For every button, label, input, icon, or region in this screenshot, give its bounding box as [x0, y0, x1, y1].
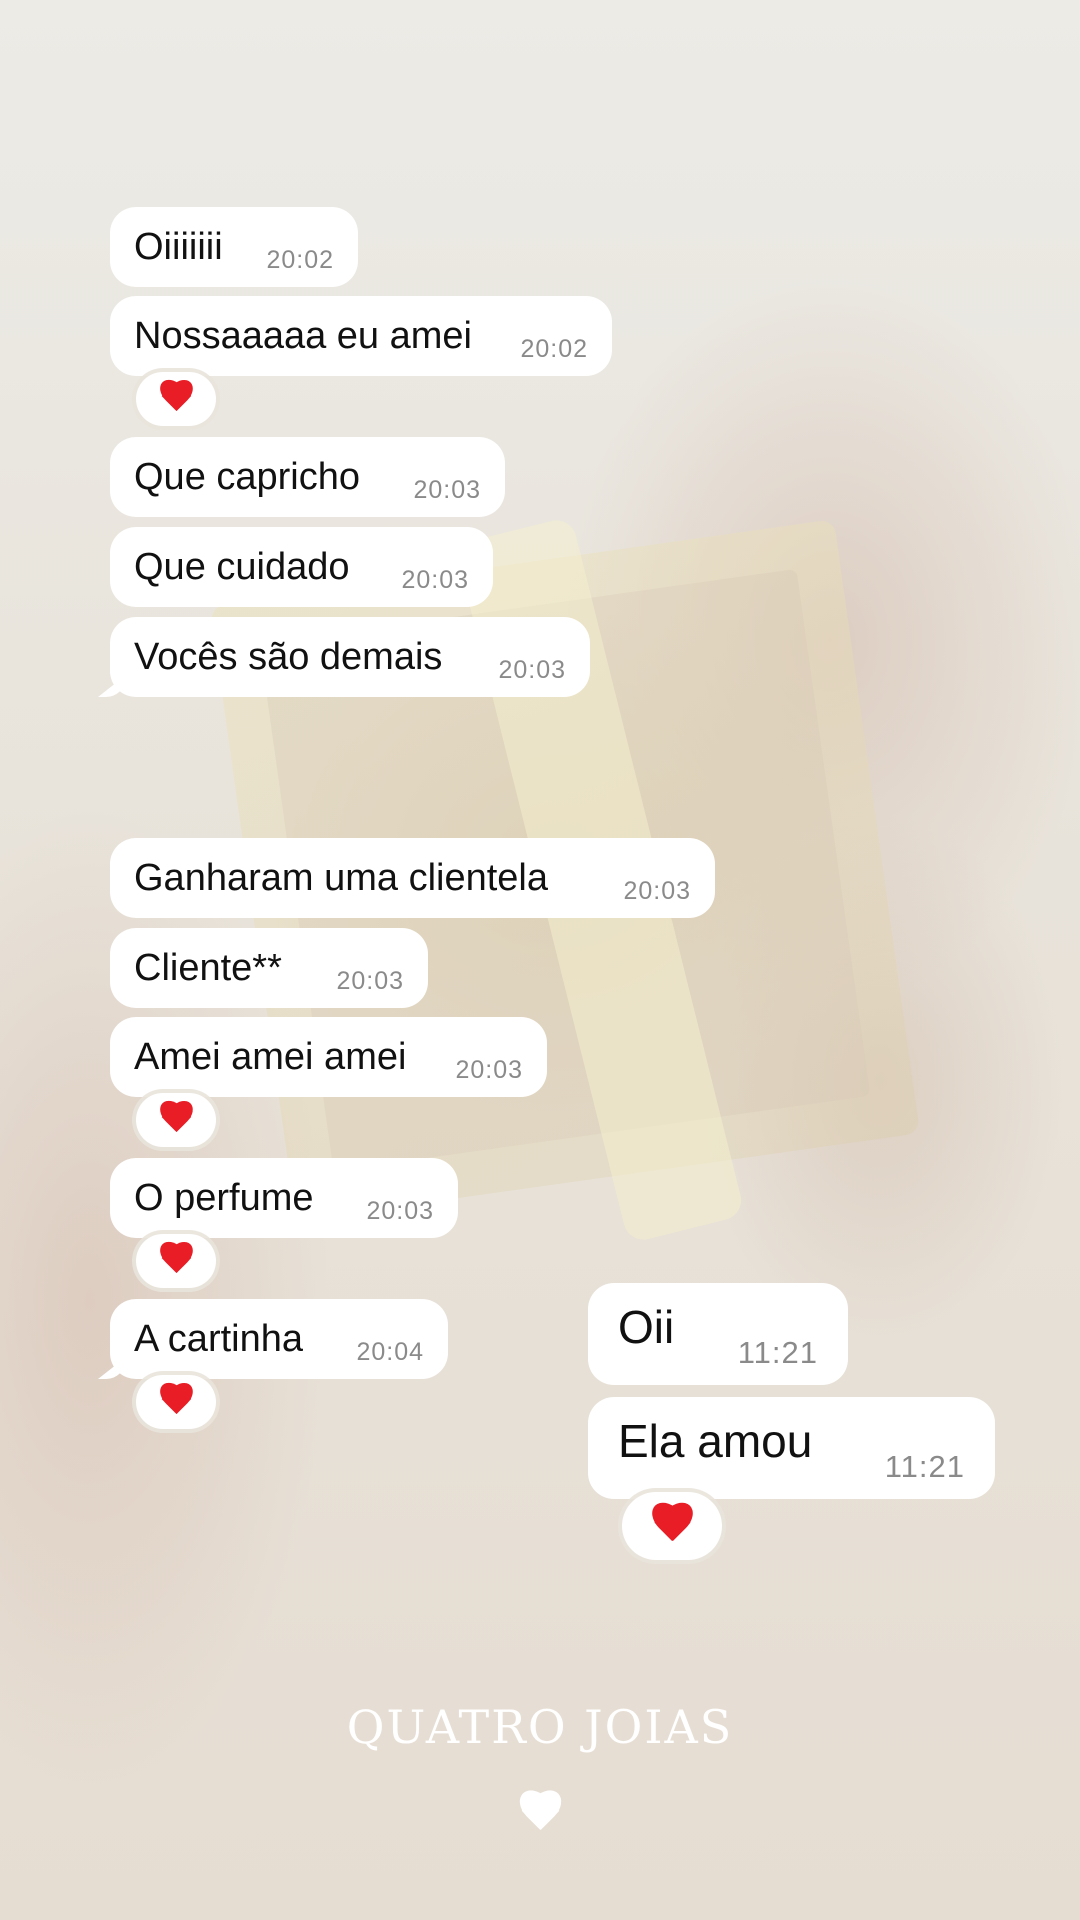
message-time: 20:04 [356, 1338, 424, 1366]
reply-text: Ela amou [618, 1415, 813, 1467]
reply-time: 11:21 [737, 1335, 818, 1370]
message-text: Amei amei amei [134, 1036, 407, 1078]
reaction-badge[interactable] [622, 1492, 722, 1560]
message-time: 20:03 [401, 566, 469, 594]
heart-icon [647, 1504, 697, 1549]
heart-icon [156, 381, 196, 417]
message-time: 20:03 [455, 1056, 523, 1084]
reaction-badge[interactable] [136, 1093, 216, 1147]
message-bubble[interactable]: Vocês são demais 20:03 [110, 617, 590, 697]
message-time: 20:02 [266, 246, 334, 274]
message-bubble[interactable]: Amei amei amei 20:03 [110, 1017, 547, 1097]
message-text: Que cuidado [134, 546, 350, 588]
reply-time: 11:21 [884, 1449, 965, 1484]
heart-icon [156, 1384, 196, 1420]
message-bubble[interactable]: Que cuidado 20:03 [110, 527, 493, 607]
heart-icon [156, 1102, 196, 1138]
heart-icon [156, 1243, 196, 1279]
message-time: 20:03 [336, 967, 404, 995]
message-text: Vocês são demais [134, 636, 443, 678]
message-bubble[interactable]: Cliente** 20:03 [110, 928, 428, 1008]
message-time: 20:02 [520, 335, 588, 363]
reply-bubble[interactable]: Oii 11:21 [588, 1283, 848, 1385]
heart-icon [514, 1792, 566, 1838]
message-text: O perfume [134, 1177, 314, 1219]
brand-logo-text: QUATRO JOIAS [346, 1700, 734, 1754]
message-text: Oiiiiiii [134, 226, 223, 268]
message-bubble[interactable]: Que capricho 20:03 [110, 437, 505, 517]
reaction-badge[interactable] [136, 372, 216, 426]
reply-bubble[interactable]: Ela amou 11:21 [588, 1397, 995, 1499]
reply-text: Oii [618, 1301, 675, 1353]
message-text: Ganharam uma clientela [134, 857, 548, 899]
message-bubble[interactable]: A cartinha 20:04 [110, 1299, 448, 1379]
message-bubble[interactable]: O perfume 20:03 [110, 1158, 458, 1238]
message-text: Cliente** [134, 947, 282, 989]
message-text: Que capricho [134, 456, 361, 498]
message-bubble[interactable]: Oiiiiiii 20:02 [110, 207, 358, 287]
message-time: 20:03 [413, 476, 481, 504]
message-text: Nossaaaaa eu amei [134, 315, 472, 357]
message-time: 20:03 [366, 1197, 434, 1225]
reaction-badge[interactable] [136, 1375, 216, 1429]
message-time: 20:03 [498, 656, 566, 684]
reaction-badge[interactable] [136, 1234, 216, 1288]
message-text: A cartinha [134, 1318, 303, 1360]
message-time: 20:03 [623, 877, 691, 905]
message-bubble[interactable]: Ganharam uma clientela 20:03 [110, 838, 715, 918]
message-bubble[interactable]: Nossaaaaa eu amei 20:02 [110, 296, 612, 376]
